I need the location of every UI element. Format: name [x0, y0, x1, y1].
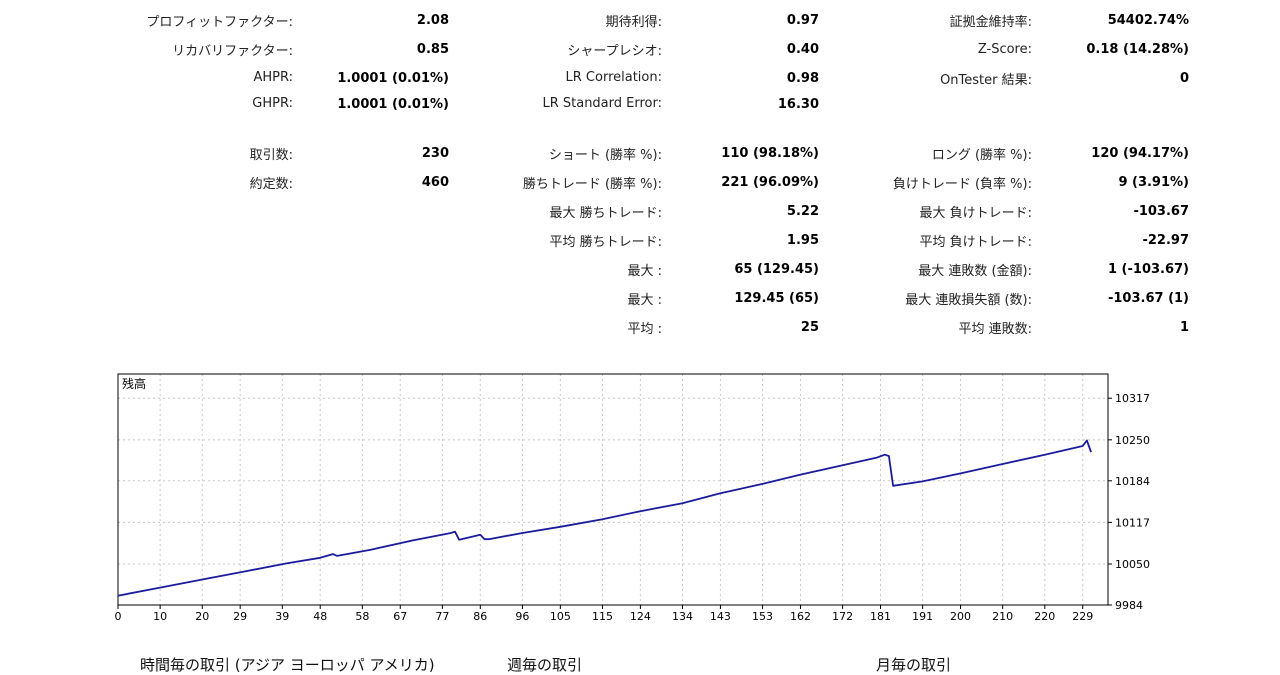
stat-value: 1.95	[786, 233, 819, 248]
stat-label: AHPR:	[253, 70, 293, 85]
x-tick-label: 162	[790, 610, 811, 623]
x-tick-label: 77	[435, 610, 449, 623]
stat-label: LR Standard Error:	[542, 96, 662, 111]
stat-label: 平均 勝ちトレード:	[549, 235, 662, 250]
stat-value: 9 (3.91%)	[1118, 175, 1189, 190]
stat-label: GHPR:	[252, 96, 293, 111]
stat-label: 平均 連敗数:	[958, 322, 1032, 337]
stat-label: OnTester 結果:	[940, 73, 1032, 88]
x-tick-label: 10	[153, 610, 167, 623]
stat-value: 0.85	[416, 42, 449, 57]
balance-chart: 0 10 20 29 39 48 58 67 77 86 96 105 115 124 134 143 153 1…	[115, 373, 1150, 623]
stat-label: 最大 連敗数 (金額):	[918, 264, 1032, 279]
stat-value: 221 (96.09%)	[721, 175, 819, 190]
x-tick-label: 210	[992, 610, 1013, 623]
x-tick-label: 134	[672, 610, 693, 623]
stat-label: プロフィットファクター:	[146, 15, 293, 30]
stat-value: -22.97	[1142, 233, 1189, 248]
y-tick-label: 9984	[1115, 599, 1143, 612]
stat-value: 65 (129.45)	[734, 262, 819, 277]
stat-value: 25	[800, 320, 819, 335]
stat-value: 0.97	[786, 13, 819, 28]
stats-panel: プロフィットファクター: 2.08 リカバリファクター: 0.85 AHPR: …	[0, 0, 1280, 345]
stat-label: 最大 負けトレード:	[919, 206, 1032, 221]
stat-label: 証拠金維持率:	[949, 15, 1032, 30]
stat-value: 129.45 (65)	[734, 291, 819, 306]
x-tick-label: 86	[473, 610, 487, 623]
stat-value: 0	[1179, 71, 1189, 86]
stat-label: LR Correlation:	[565, 70, 662, 85]
stat-label: 最大 :	[627, 293, 662, 308]
stat-label: 約定数:	[249, 177, 293, 192]
x-tick-label: 181	[870, 610, 891, 623]
stat-value: 1.0001 (0.01%)	[337, 97, 449, 112]
x-tick-label: 96	[515, 610, 529, 623]
stat-value: 230	[421, 146, 449, 161]
stat-value: 1.0001 (0.01%)	[337, 71, 449, 86]
x-tick-label: 115	[592, 610, 613, 623]
stat-value: 460	[421, 175, 449, 190]
stat-label: 平均 負けトレード:	[919, 235, 1032, 250]
x-tick-label: 20	[195, 610, 209, 623]
stat-value: 110 (98.18%)	[721, 146, 819, 161]
x-tick-label: 124	[630, 610, 651, 623]
x-tick-label: 29	[233, 610, 247, 623]
stat-label: 勝ちトレード (勝率 %):	[522, 177, 662, 192]
x-tick-label: 143	[710, 610, 731, 623]
stat-value: -103.67 (1)	[1107, 291, 1189, 306]
stat-value: -103.67	[1133, 204, 1189, 219]
stat-value: 1 (-103.67)	[1107, 262, 1189, 277]
stat-value: 16.30	[777, 97, 819, 112]
stat-value: 2.08	[416, 13, 449, 28]
stat-value: 54402.74%	[1107, 13, 1189, 28]
stat-label: 最大 :	[627, 264, 662, 279]
x-tick-label: 105	[550, 610, 571, 623]
stat-label: リカバリファクター:	[172, 44, 293, 59]
stat-label: Z-Score:	[977, 42, 1032, 57]
y-tick-label: 10050	[1115, 558, 1150, 571]
x-tick-label: 0	[115, 610, 122, 623]
x-tick-label: 67	[393, 610, 407, 623]
stat-value: 0.98	[786, 71, 819, 86]
stat-label: 期待利得:	[605, 15, 662, 30]
x-tick-label: 48	[313, 610, 327, 623]
y-tick-label: 10317	[1115, 392, 1150, 405]
y-tick-label: 10117	[1115, 516, 1150, 529]
stat-value: 0.40	[786, 42, 819, 57]
hourly-trades-heading: 時間毎の取引 (アジア ヨーロッパ アメリカ)	[140, 656, 435, 674]
monthly-trades-heading: 月毎の取引	[876, 656, 952, 674]
stat-value: 120 (94.17%)	[1091, 146, 1189, 161]
x-tick-label: 220	[1034, 610, 1055, 623]
stat-label: ショート (勝率 %):	[548, 148, 662, 163]
y-tick-label: 10184	[1115, 475, 1150, 488]
stat-label: 取引数:	[249, 148, 293, 163]
plot-area	[118, 374, 1108, 605]
x-tick-label: 58	[355, 610, 369, 623]
weekly-trades-heading: 週毎の取引	[507, 656, 583, 674]
x-tick-label: 39	[275, 610, 289, 623]
stat-label: 負けトレード (負率 %):	[892, 177, 1032, 192]
stat-value: 1	[1179, 320, 1189, 335]
y-tick-label: 10250	[1115, 434, 1150, 447]
x-tick-label: 153	[752, 610, 773, 623]
stat-label: 最大 勝ちトレード:	[549, 206, 662, 221]
x-tick-label: 200	[950, 610, 971, 623]
stat-value: 0.18 (14.28%)	[1086, 42, 1189, 57]
x-tick-label: 172	[832, 610, 853, 623]
x-tick-label: 229	[1072, 610, 1093, 623]
chart-title: 残高	[122, 376, 146, 391]
stat-label: 平均 :	[627, 322, 662, 337]
stat-label: ロング (勝率 %):	[931, 148, 1032, 163]
stat-label: シャープレシオ:	[567, 44, 662, 59]
stat-value: 5.22	[786, 204, 819, 219]
x-tick-label: 191	[912, 610, 933, 623]
stat-label: 最大 連敗損失額 (数):	[905, 293, 1032, 308]
